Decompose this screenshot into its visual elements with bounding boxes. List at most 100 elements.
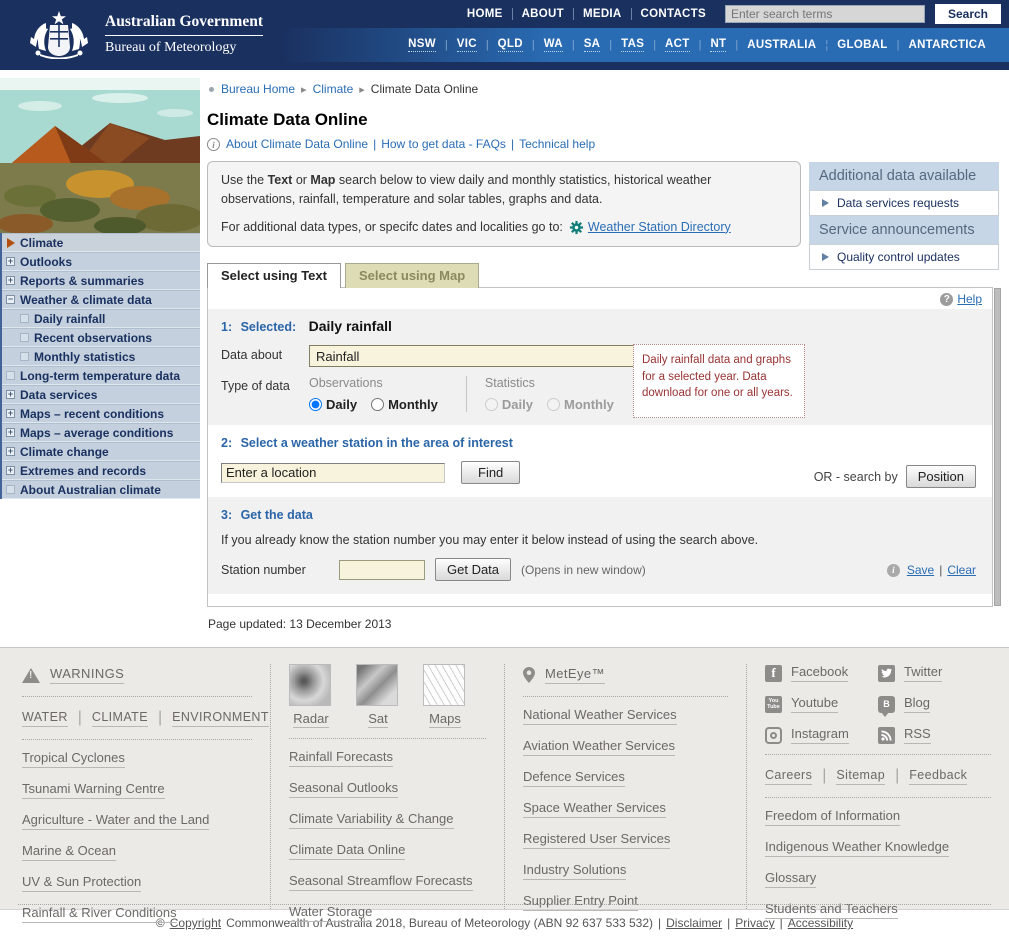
data-services-requests-item[interactable]: Data services requests: [809, 190, 999, 216]
rss-icon[interactable]: [878, 727, 895, 744]
marine-ocean-link[interactable]: Marine & Ocean: [22, 843, 116, 861]
get-data-button[interactable]: Get Data: [435, 558, 511, 581]
region-nt[interactable]: NT: [710, 38, 726, 52]
facebook-icon[interactable]: f: [765, 665, 782, 682]
water-storage-link[interactable]: Water Storage: [289, 904, 372, 922]
data-services-requests-link[interactable]: Data services requests: [837, 196, 959, 210]
sidebar-item-daily-rainfall[interactable]: Daily rainfall: [2, 309, 200, 328]
tab-select-using-map[interactable]: Select using Map: [345, 263, 479, 288]
seasonal-outlooks-link[interactable]: Seasonal Outlooks: [289, 780, 398, 798]
region-tas[interactable]: TAS: [621, 38, 644, 52]
search-button[interactable]: Search: [935, 4, 1001, 24]
registered-user-services-link[interactable]: Registered User Services: [523, 831, 670, 849]
find-button[interactable]: Find: [461, 461, 520, 484]
supplier-entry-point-link[interactable]: Supplier Entry Point: [523, 893, 638, 911]
environment-link[interactable]: ENVIRONMENT: [172, 710, 269, 727]
sidebar-item-climate[interactable]: Climate: [2, 233, 200, 252]
sidebar-item-long-term-temperature[interactable]: Long-term temperature data: [2, 366, 200, 385]
blog-icon[interactable]: B: [878, 696, 895, 713]
sidebar-item-maps-recent[interactable]: + Maps – recent conditions: [2, 404, 200, 423]
climate-link[interactable]: CLIMATE: [92, 710, 148, 727]
facebook-link[interactable]: Facebook: [791, 664, 848, 682]
sidebar-item-monthly-statistics[interactable]: Monthly statistics: [2, 347, 200, 366]
search-input[interactable]: [725, 5, 925, 23]
tsunami-warning-link[interactable]: Tsunami Warning Centre: [22, 781, 165, 799]
region-australia[interactable]: AUSTRALIA: [747, 39, 816, 51]
rainfall-forecasts-link[interactable]: Rainfall Forecasts: [289, 749, 393, 767]
region-wa[interactable]: WA: [544, 38, 563, 52]
youtube-link[interactable]: Youtube: [791, 695, 838, 713]
position-button[interactable]: Position: [906, 465, 976, 488]
save-link[interactable]: Save: [907, 563, 934, 577]
instagram-icon[interactable]: [765, 727, 782, 744]
sat-link[interactable]: Sat: [368, 711, 388, 728]
meteye-link[interactable]: MetEye™: [545, 666, 605, 684]
uv-sun-link[interactable]: UV & Sun Protection: [22, 874, 141, 892]
region-vic[interactable]: VIC: [457, 38, 477, 52]
location-input[interactable]: [221, 463, 445, 483]
foi-link[interactable]: Freedom of Information: [765, 808, 900, 826]
nav-about[interactable]: ABOUT: [513, 8, 574, 20]
region-act[interactable]: ACT: [665, 38, 690, 52]
indigenous-weather-link[interactable]: Indigenous Weather Knowledge: [765, 839, 949, 857]
nav-contacts[interactable]: CONTACTS: [632, 8, 715, 20]
region-qld[interactable]: QLD: [498, 38, 523, 52]
sidebar-item-maps-average[interactable]: + Maps – average conditions: [2, 423, 200, 442]
rss-link[interactable]: RSS: [904, 726, 931, 744]
feedback-link[interactable]: Feedback: [909, 768, 967, 785]
sidebar-item-outlooks[interactable]: + Outlooks: [2, 252, 200, 271]
radar-link[interactable]: Radar: [293, 711, 328, 728]
climate-data-online-link[interactable]: Climate Data Online: [289, 842, 405, 860]
seasonal-streamflow-link[interactable]: Seasonal Streamflow Forecasts: [289, 873, 473, 891]
maps-link[interactable]: Maps: [429, 711, 461, 728]
youtube-icon[interactable]: YouTube: [765, 696, 782, 713]
students-teachers-link[interactable]: Students and Teachers: [765, 901, 898, 919]
sidebar-item-reports[interactable]: + Reports & summaries: [2, 271, 200, 290]
breadcrumb-bureau-home[interactable]: Bureau Home: [221, 82, 295, 96]
space-weather-services-link[interactable]: Space Weather Services: [523, 800, 666, 818]
obs-monthly-radio[interactable]: [371, 398, 384, 411]
obs-daily-label[interactable]: Daily: [326, 397, 357, 412]
national-weather-services-link[interactable]: National Weather Services: [523, 707, 677, 725]
faqs-link[interactable]: How to get data - FAQs: [381, 137, 506, 151]
sidebar-item-climate-change[interactable]: + Climate change: [2, 442, 200, 461]
twitter-icon[interactable]: [878, 665, 895, 682]
expand-icon[interactable]: +: [6, 390, 15, 399]
collapse-icon[interactable]: −: [6, 295, 15, 304]
warnings-link[interactable]: WARNINGS: [50, 666, 124, 684]
sat-thumb[interactable]: Sat: [356, 664, 400, 728]
station-number-input[interactable]: [339, 560, 425, 580]
aviation-weather-services-link[interactable]: Aviation Weather Services: [523, 738, 675, 756]
bom-logo[interactable]: Australian Government Bureau of Meteorol…: [26, 9, 263, 59]
climate-variability-link[interactable]: Climate Variability & Change: [289, 811, 454, 829]
tab-select-using-text[interactable]: Select using Text: [207, 263, 341, 288]
defence-services-link[interactable]: Defence Services: [523, 769, 625, 787]
scrollbar[interactable]: [994, 288, 1001, 606]
expand-icon[interactable]: +: [6, 466, 15, 475]
blog-link[interactable]: Blog: [904, 695, 930, 713]
expand-icon[interactable]: +: [6, 428, 15, 437]
region-nsw[interactable]: NSW: [408, 38, 436, 52]
radar-thumb[interactable]: Radar: [289, 664, 333, 728]
technical-help-link[interactable]: Technical help: [519, 137, 595, 151]
twitter-link[interactable]: Twitter: [904, 664, 942, 682]
about-cdo-link[interactable]: About Climate Data Online: [226, 137, 368, 151]
help-link[interactable]: Help: [957, 292, 982, 306]
maps-thumb[interactable]: Maps: [423, 664, 467, 728]
nav-media[interactable]: MEDIA: [574, 8, 632, 20]
data-about-select[interactable]: Rainfall ▼: [309, 345, 649, 367]
region-antarctica[interactable]: ANTARCTICA: [908, 39, 986, 51]
quality-control-updates-link[interactable]: Quality control updates: [837, 250, 960, 264]
expand-icon[interactable]: +: [6, 409, 15, 418]
obs-daily-radio[interactable]: [309, 398, 322, 411]
weather-station-directory-link[interactable]: Weather Station Directory: [588, 218, 731, 237]
tropical-cyclones-link[interactable]: Tropical Cyclones: [22, 750, 125, 768]
region-global[interactable]: GLOBAL: [837, 39, 887, 51]
nav-home[interactable]: HOME: [458, 8, 513, 20]
clear-link[interactable]: Clear: [947, 563, 976, 577]
sidebar-item-about-australian-climate[interactable]: About Australian climate: [2, 480, 200, 499]
sitemap-link[interactable]: Sitemap: [836, 768, 885, 785]
glossary-link[interactable]: Glossary: [765, 870, 816, 888]
expand-icon[interactable]: +: [6, 447, 15, 456]
expand-icon[interactable]: +: [6, 257, 15, 266]
